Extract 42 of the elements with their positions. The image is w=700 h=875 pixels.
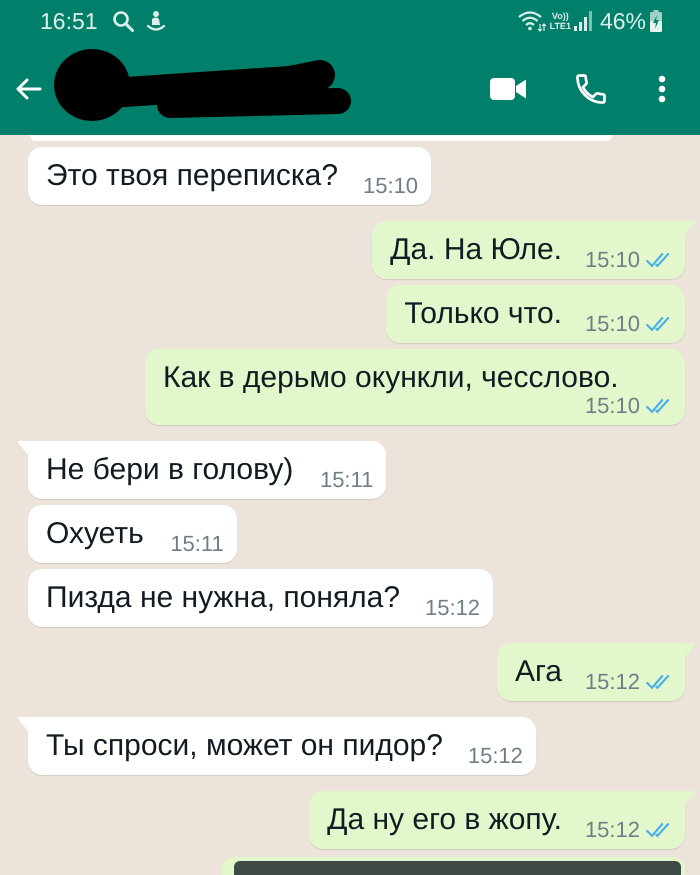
message-bubble[interactable]: Ага 15:12 xyxy=(497,643,685,701)
message-time: 15:12 xyxy=(584,671,640,693)
signal-icon xyxy=(574,10,594,32)
message-bubble[interactable]: Это твоя переписка? 15:10 xyxy=(28,147,432,205)
message-text: Охуеть xyxy=(46,517,144,550)
message-time: 15:11 xyxy=(320,469,374,491)
message-time: 15:12 xyxy=(584,819,640,841)
message-bubble[interactable]: Только что. 15:10 xyxy=(386,285,685,343)
message-time: 15:12 xyxy=(468,745,523,767)
message-text: Да. На Юле. xyxy=(390,233,562,266)
message-bubble[interactable]: Не бери в голову) 15:11 xyxy=(28,441,386,499)
message-bubble[interactable]: Пизда не нужна, поняла? 15:12 xyxy=(28,569,494,627)
message-text: Да ну его в жопу. xyxy=(327,803,562,836)
message-time: 15:12 xyxy=(424,597,480,619)
battery-percent: 46% xyxy=(600,8,646,34)
more-options-icon[interactable] xyxy=(658,74,666,102)
wifi-icon xyxy=(518,10,546,32)
message-bubble[interactable]: Ты спроси, может он пидор? 15:12 xyxy=(28,717,536,775)
network-type-label: Vo)) LTE1 xyxy=(550,11,571,31)
message-text: Ага xyxy=(515,655,562,688)
message-text: Пизда не нужна, поняла? xyxy=(46,581,400,614)
message-time: 15:10 xyxy=(584,249,640,271)
search-icon xyxy=(112,10,134,32)
back-arrow-icon[interactable] xyxy=(14,76,42,100)
person-icon xyxy=(146,10,165,32)
message-bubble[interactable]: Да. На Юле. 15:10 xyxy=(372,221,685,279)
message-text: Это твоя переписка? xyxy=(46,159,338,192)
battery-charging-icon xyxy=(650,10,662,32)
status-time: 16:51 xyxy=(40,8,98,34)
phone-call-icon[interactable] xyxy=(576,74,606,104)
message-bubble[interactable]: Охуеть 15:11 xyxy=(28,505,237,563)
message-bubble[interactable]: Как в дерьмо окункли, чесслово. 15:10 xyxy=(145,349,685,425)
message-bubble[interactable]: Да ну его в жопу. 15:12 xyxy=(309,791,685,849)
message-text: Как в дерьмо окункли, чесслово. xyxy=(163,361,619,394)
message-text: Не бери в голову) xyxy=(46,453,294,486)
message-time: 15:11 xyxy=(170,533,224,555)
video-call-icon[interactable] xyxy=(490,78,526,100)
message-time: 15:10 xyxy=(584,395,640,417)
message-time: 15:10 xyxy=(362,175,418,197)
message-time: 15:10 xyxy=(584,313,640,335)
message-text: Только что. xyxy=(404,297,562,330)
message-text: Ты спроси, может он пидор? xyxy=(46,729,443,762)
